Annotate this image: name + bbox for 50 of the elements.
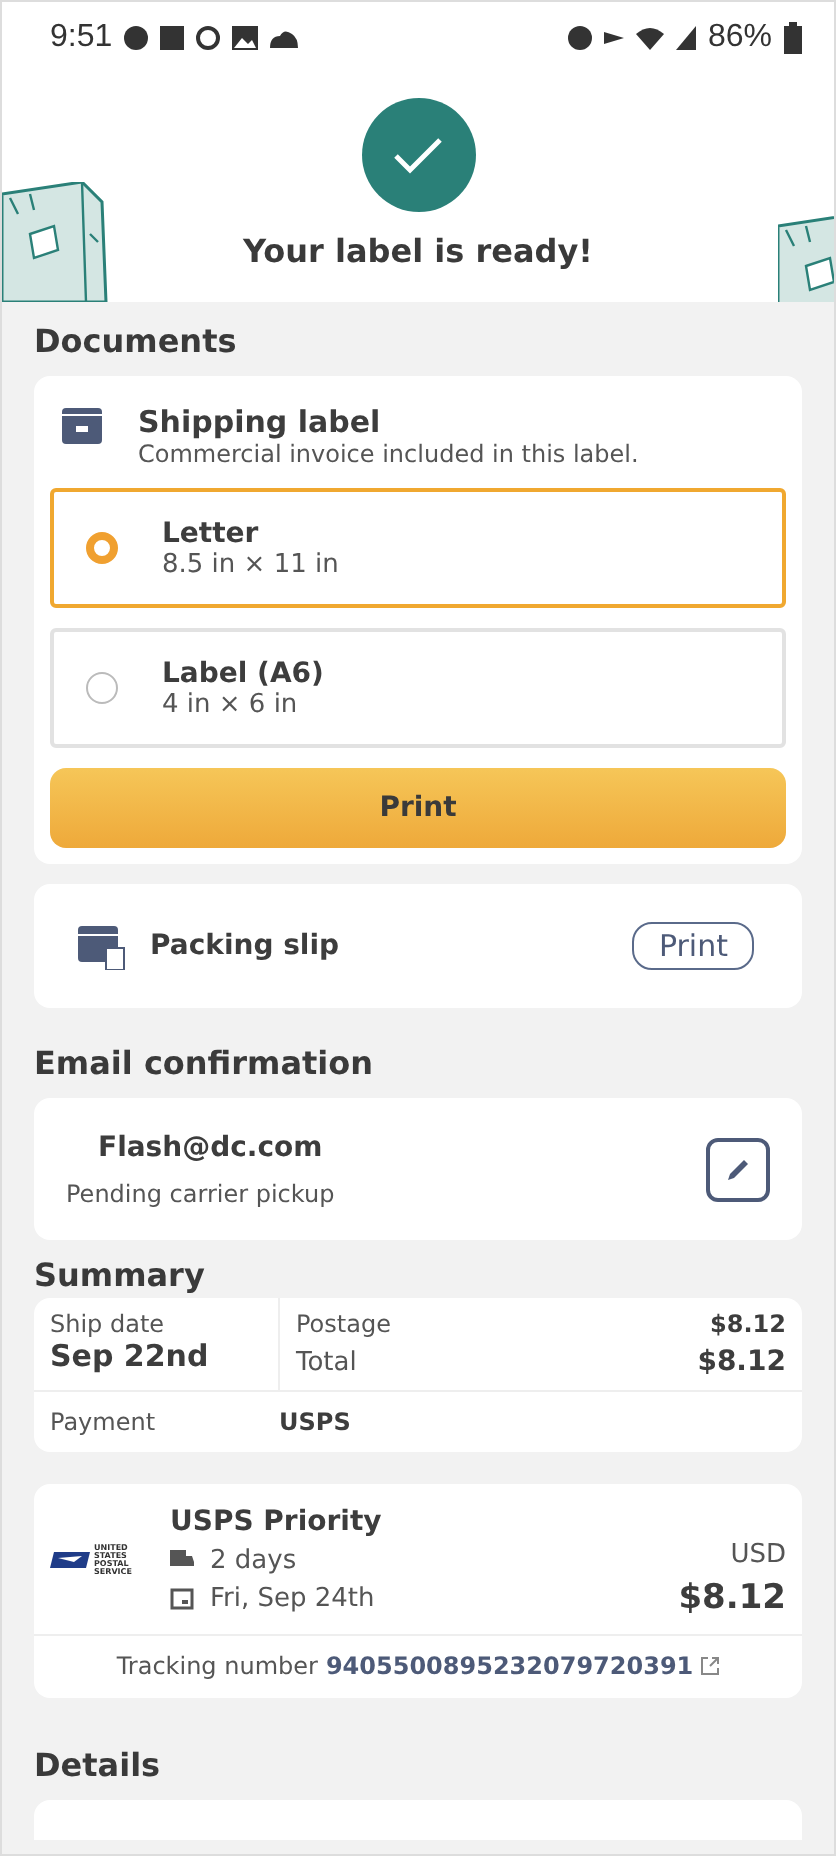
- ship-date-label: Ship date: [50, 1310, 167, 1338]
- radio-button[interactable]: [86, 532, 118, 564]
- image-icon: [232, 26, 259, 50]
- shipping-label-note: Commercial invoice included in this label.: [138, 440, 639, 468]
- app-notification-icon: [124, 26, 149, 50]
- external-link-icon: [699, 1656, 720, 1676]
- email-address: Flash@dc.com: [96, 1131, 325, 1163]
- ship-date: Sep 22nd: [50, 1338, 211, 1374]
- format-option[interactable]: Label (A6) 4 in × 6 in: [50, 628, 786, 748]
- payment-label: Payment: [50, 1408, 156, 1436]
- print-button[interactable]: Print: [50, 768, 786, 848]
- section-heading: Summary: [34, 1256, 205, 1294]
- total-label: Total: [296, 1347, 357, 1377]
- eagle-logo-icon: [50, 1551, 90, 1567]
- battery-percent: 86%: [707, 20, 772, 56]
- transit-time: 2 days: [210, 1545, 297, 1575]
- tracking-label: Tracking number: [116, 1652, 318, 1680]
- section-heading: Details: [34, 1746, 161, 1784]
- payment-method: USPS: [279, 1408, 351, 1436]
- price: $8.12: [678, 1578, 786, 1618]
- currency: USD: [730, 1540, 786, 1570]
- option-title: Label (A6): [162, 657, 324, 689]
- cloud-icon: [270, 28, 299, 48]
- pencil-icon: [724, 1155, 752, 1183]
- option-title: Letter: [162, 517, 261, 549]
- format-option[interactable]: Letter 8.5 in × 11 in: [50, 488, 786, 608]
- packing-slip-title: Packing slip: [150, 930, 342, 962]
- print-button[interactable]: Print: [632, 922, 754, 970]
- option-size: 8.5 in × 11 in: [162, 549, 339, 579]
- postage-label: Postage: [296, 1310, 391, 1338]
- section-heading: Documents: [34, 322, 237, 360]
- battery-icon: [784, 22, 802, 54]
- option-size: 4 in × 6 in: [162, 689, 300, 719]
- shipping-label-title: Shipping label: [138, 404, 383, 440]
- signal-icon: [675, 26, 696, 50]
- postage-amount: $8.12: [710, 1310, 786, 1338]
- box-icon: [62, 404, 102, 444]
- success-title: Your label is ready!: [243, 232, 593, 270]
- email-status: Pending carrier pickup: [66, 1179, 337, 1207]
- total-amount: $8.12: [697, 1346, 786, 1378]
- tracking-link[interactable]: 9405500895232079720391: [325, 1652, 720, 1680]
- delivery-date: Fri, Sep 24th: [210, 1583, 375, 1613]
- edit-button[interactable]: [706, 1137, 770, 1201]
- radio-button[interactable]: [86, 672, 118, 704]
- service-name: USPS Priority: [170, 1505, 384, 1537]
- section-heading: Email confirmation: [34, 1044, 374, 1082]
- status-time: 9:51: [50, 20, 113, 56]
- wifi-icon: [635, 26, 664, 50]
- box-document-icon: [78, 922, 126, 970]
- truck-icon: [170, 1550, 194, 1570]
